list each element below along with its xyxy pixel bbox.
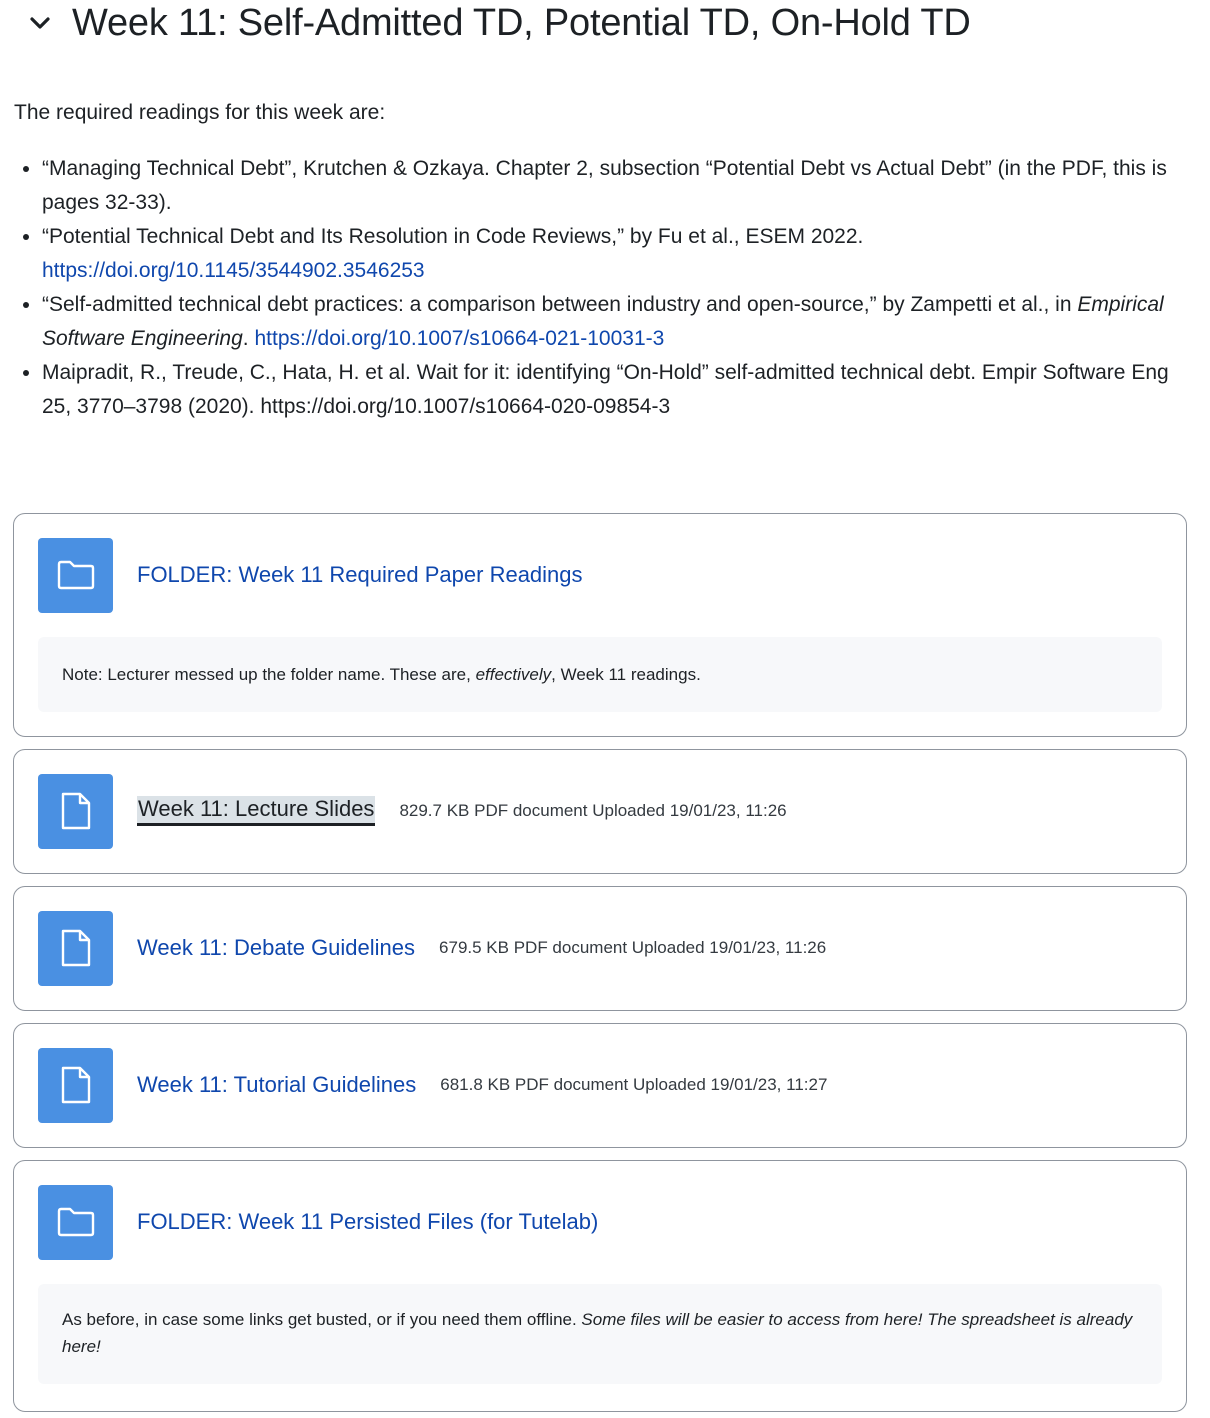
note-text: Note: Lecturer messed up the folder name… — [62, 665, 476, 684]
activity-lecture-slides: Week 11: Lecture Slides 829.7 KB PDF doc… — [13, 749, 1187, 874]
summary-intro: The required readings for this week are: — [14, 101, 386, 124]
reading-doi-link[interactable]: https://doi.org/10.1145/3544902.3546253 — [42, 259, 425, 282]
activity-file-info: 679.5 KB PDF document Uploaded 19/01/23,… — [439, 938, 827, 957]
activity-link[interactable]: Week 11: Lecture Slides — [137, 796, 376, 826]
activity-link[interactable]: Week 11: Debate Guidelines — [137, 935, 415, 961]
note-text: As before, in case some links get busted… — [62, 1310, 582, 1329]
activity-folder-readings: FOLDER: Week 11 Required Paper Readings … — [13, 513, 1187, 737]
reading-doi-link[interactable]: https://doi.org/10.1007/s10664-021-10031… — [254, 327, 664, 350]
note-emphasis: effectively — [475, 665, 552, 684]
reading-item: “Self-admitted technical debt practices:… — [42, 288, 1194, 356]
section-summary: The required readings for this week are:… — [14, 96, 1194, 424]
activity-folder-persisted: FOLDER: Week 11 Persisted Files (for Tut… — [13, 1160, 1187, 1412]
reading-text: “Managing Technical Debt”, Krutchen & Oz… — [42, 157, 1167, 214]
reading-item: Maipradit, R., Treude, C., Hata, H. et a… — [42, 356, 1194, 424]
reading-punctuation: . — [242, 327, 249, 350]
reading-text: “Self-admitted technical debt practices:… — [42, 293, 1072, 316]
chevron-down-icon[interactable] — [22, 5, 58, 41]
readings-list: “Managing Technical Debt”, Krutchen & Oz… — [14, 152, 1194, 424]
activity-description: As before, in case some links get busted… — [38, 1284, 1162, 1384]
activity-file-info: 829.7 KB PDF document Uploaded 19/01/23,… — [399, 801, 787, 820]
section-title: Week 11: Self-Admitted TD, Potential TD,… — [72, 1, 971, 44]
file-icon[interactable] — [38, 910, 113, 986]
folder-icon[interactable] — [38, 537, 113, 613]
file-icon[interactable] — [38, 773, 113, 849]
reading-item: “Managing Technical Debt”, Krutchen & Oz… — [42, 152, 1194, 220]
reading-text: Maipradit, R., Treude, C., Hata, H. et a… — [42, 361, 1169, 418]
activity-debate-guidelines: Week 11: Debate Guidelines 679.5 KB PDF … — [13, 886, 1187, 1011]
folder-icon[interactable] — [38, 1184, 113, 1260]
reading-item: “Potential Technical Debt and Its Resolu… — [42, 220, 1194, 288]
file-icon[interactable] — [38, 1047, 113, 1123]
activity-link[interactable]: FOLDER: Week 11 Persisted Files (for Tut… — [137, 1209, 598, 1235]
section-header: Week 11: Self-Admitted TD, Potential TD,… — [22, 0, 971, 46]
activity-file-info: 681.8 KB PDF document Uploaded 19/01/23,… — [440, 1075, 828, 1094]
activity-tutorial-guidelines: Week 11: Tutorial Guidelines 681.8 KB PD… — [13, 1023, 1187, 1148]
reading-text: “Potential Technical Debt and Its Resolu… — [42, 225, 864, 248]
activity-description: Note: Lecturer messed up the folder name… — [38, 637, 1162, 712]
note-text: , Week 11 readings. — [551, 665, 701, 684]
activity-link[interactable]: FOLDER: Week 11 Required Paper Readings — [137, 562, 583, 588]
activity-link[interactable]: Week 11: Tutorial Guidelines — [137, 1072, 416, 1098]
